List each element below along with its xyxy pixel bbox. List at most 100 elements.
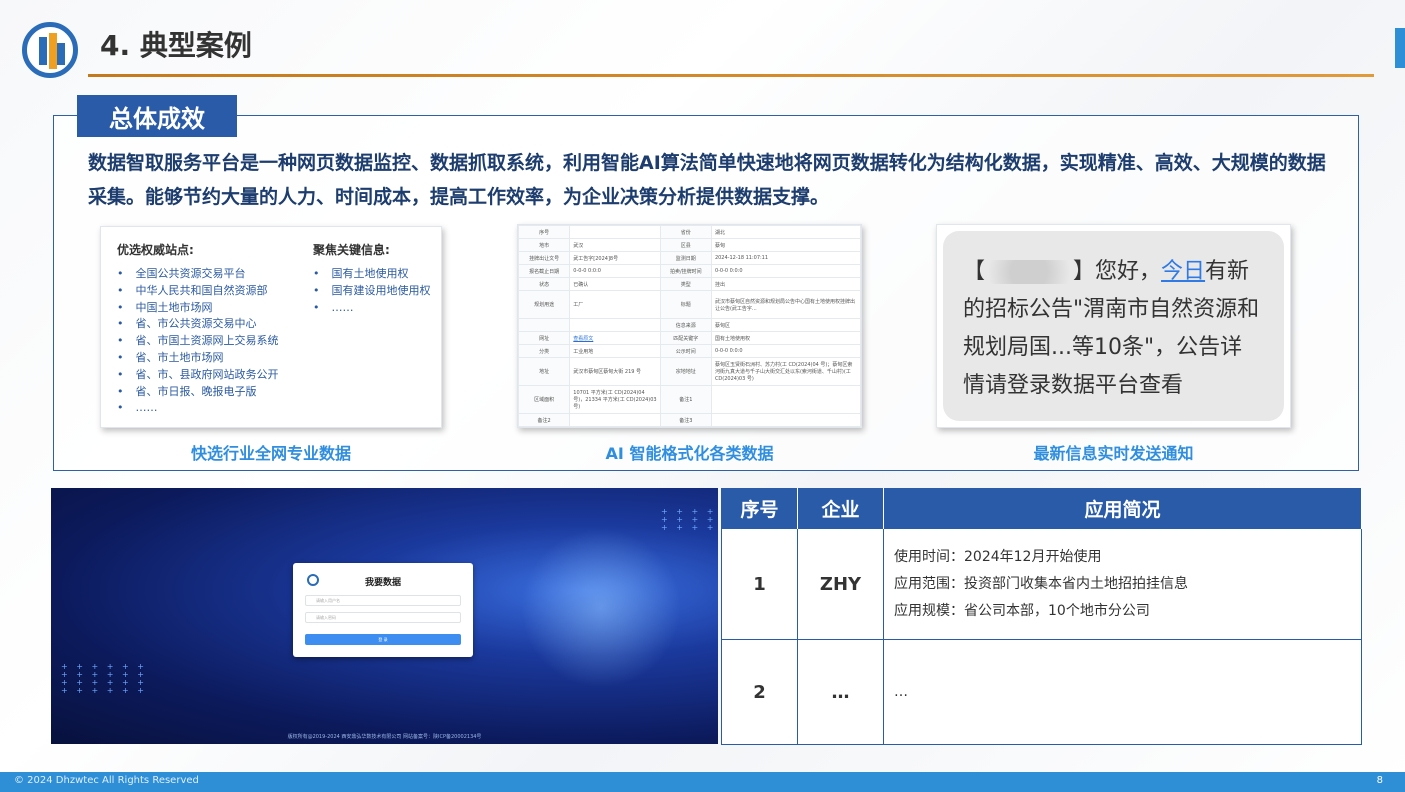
dot-grid-decoration: + + + + + + + + + + + + + + + + + + + + + +… — [61, 662, 147, 695]
list-item: 省、市土地市场网 — [117, 350, 279, 367]
field-value: 工业用地 — [569, 344, 661, 358]
sources-caption: 快选行业全网专业数据 — [190, 444, 351, 463]
field-value: 武汉 — [569, 238, 661, 252]
field-value: 挂出 — [710, 277, 861, 291]
field-value: 0-0-0 0:0:0 — [710, 344, 861, 358]
field-label: 地市 — [518, 238, 571, 252]
list-item: 省、市、县政府网站政务公开 — [117, 367, 279, 384]
sources-card: 优选权威站点: 全国公共资源交易平台中华人民共和国自然资源部中国土地市场网省、市… — [100, 226, 442, 428]
field-value: 工厂 — [569, 290, 661, 319]
field-label: 标题 — [659, 290, 712, 319]
table-row: 区域面积 10701 平方米(工 CD(2024)04 号)，21334 平方米(… — [518, 385, 861, 414]
title-divider — [88, 74, 1374, 77]
field-value: 国有土地使用权 — [710, 331, 861, 345]
field-value: 10701 平方米(工 CD(2024)04 号)，21334 平方米(工 CD… — [569, 385, 661, 414]
field-label: 备注1 — [659, 385, 712, 414]
field-label: 区域面积 — [518, 385, 571, 414]
page-title: 4. 典型案例 — [100, 29, 252, 62]
sms-bubble: 【】您好，今日有新的招标公告"渭南市自然资源和规划局国...等10条"，公告详情… — [943, 231, 1284, 421]
sms-today-link[interactable]: 今日 — [1161, 259, 1205, 284]
field-value: 湖北 — [710, 225, 861, 239]
field-label: 分类 — [518, 344, 571, 358]
summary-line: 使用时间：2024年12月开始使用 — [894, 548, 1102, 565]
summary-line: 应用范围：投资部门收集本省内土地招拍挂信息 — [894, 575, 1188, 592]
summary-tag: 总体成效 — [77, 95, 237, 137]
table-row: 2 … … — [721, 639, 1362, 745]
login-screenshot: + + + + + + + + + + + + + + + + + + + + + +… — [51, 488, 718, 744]
keywords-heading: 聚焦关键信息: — [313, 243, 390, 257]
table-row: 地址 武汉市蔡甸区蔡甸大街 219 号宗地地址 蔡甸区玉贤街石洲村、苏力村(工 CD… — [518, 357, 861, 386]
sms-bracket: 【 — [963, 259, 986, 284]
list-item: 省、市公共资源交易中心 — [117, 316, 279, 333]
login-form: 我要数据 请输入用户名 请输入密码 登 录 — [293, 563, 473, 657]
field-label: 备注2 — [518, 413, 571, 427]
field-label: 公示时间 — [659, 344, 712, 358]
field-label: 网址 — [518, 331, 571, 345]
row-no: 1 — [721, 528, 798, 640]
field-label: 报名截止日期 — [518, 264, 571, 278]
glow-decoration — [521, 528, 681, 688]
structured-data-card: 序号 省份 湖北 地市 武汉 区县 蔡甸 挂牌出让文号 武工告字[2024]8号 监测日期 2024… — [517, 224, 862, 428]
table-row: 网址 查看原文 匹配关键字 国有土地使用权 — [518, 331, 861, 345]
list-item: 中华人民共和国自然资源部 — [117, 283, 279, 300]
row-company: ZHY — [797, 528, 884, 640]
list-item: …… — [117, 400, 279, 417]
login-title: 我要数据 — [364, 578, 401, 588]
field-label: 区县 — [659, 238, 712, 252]
field-value: 蔡甸区 — [710, 318, 861, 332]
redacted-sender — [985, 260, 1074, 284]
field-label: 状态 — [518, 277, 571, 291]
row-company: … — [797, 639, 884, 745]
source-link[interactable]: 查看原文 — [573, 336, 593, 342]
footer-bar: © 2024 Dhzwtec All Rights Reserved 8 — [0, 772, 1405, 792]
field-value: 武工告字[2024]8号 — [569, 251, 661, 265]
table-row: 规划用途 工厂 标题 武汉市蔡甸区自然资源和规划局公告中心国有土地使用权挂牌出让公告(… — [518, 290, 861, 319]
username-input[interactable]: 请输入用户名 — [305, 595, 461, 606]
row-summary: … — [883, 639, 1362, 745]
table-row: 状态 已确认 类型 挂出 — [518, 277, 861, 291]
field-value: 武汉市蔡甸区蔡甸大街 219 号 — [569, 357, 661, 386]
format-caption: AI 智能格式化各类数据 — [605, 444, 774, 463]
field-label: 匹配关键字 — [659, 331, 712, 345]
field-value: 0-0-0 0:0:0 — [569, 264, 661, 278]
table-row: 报名截止日期 0-0-0 0:0:0 拍卖/挂牌时间 0-0-0 0:0:0 — [518, 264, 861, 278]
table-row: 信息来源 蔡甸区 — [518, 318, 861, 332]
table-row: 1 ZHY 使用时间：2024年12月开始使用 应用范围：投资部门收集本省内土地… — [721, 528, 1362, 640]
structured-data-table: 序号 省份 湖北 地市 武汉 区县 蔡甸 挂牌出让文号 武工告字[2024]8号 监测日期 2024… — [518, 225, 861, 427]
password-input[interactable]: 请输入密码 — [305, 612, 461, 623]
field-label: 拍卖/挂牌时间 — [659, 264, 712, 278]
side-accent — [1395, 28, 1405, 68]
field-label: 宗地地址 — [659, 357, 712, 386]
login-footer: 版权所有@2019-2024 西安鼎弘华数技术有限公司 网站备案号：陕ICP备2… — [287, 734, 482, 740]
application-table: 序号 企业 应用简况 1 ZHY 使用时间：2024年12月开始使用 应用范围：… — [721, 488, 1362, 745]
header-no: 序号 — [721, 488, 798, 529]
field-label: 序号 — [518, 225, 571, 239]
header-summary: 应用简况 — [883, 488, 1362, 529]
field-value — [710, 413, 861, 427]
table-row: 地市 武汉 区县 蔡甸 — [518, 238, 861, 252]
table-row: 挂牌出让文号 武工告字[2024]8号 监测日期 2024-12-18 11:07:1… — [518, 251, 861, 265]
field-value: 蔡甸 — [710, 238, 861, 252]
sources-column: 优选权威站点: 全国公共资源交易平台中华人民共和国自然资源部中国土地市场网省、市… — [117, 241, 279, 417]
list-item: 国有建设用地使用权 — [313, 283, 431, 300]
notification-card: 【】您好，今日有新的招标公告"渭南市自然资源和规划局国...等10条"，公告详情… — [936, 224, 1291, 428]
field-label: 省份 — [659, 225, 712, 239]
table-header-row: 序号 企业 应用简况 — [721, 488, 1362, 529]
field-label: 信息来源 — [659, 318, 712, 332]
table-row: 序号 省份 湖北 — [518, 225, 861, 239]
field-value — [569, 318, 661, 332]
field-label: 地址 — [518, 357, 571, 386]
page-number: 8 — [1376, 775, 1383, 786]
sources-list: 全国公共资源交易平台中华人民共和国自然资源部中国土地市场网省、市公共资源交易中心… — [117, 266, 279, 417]
list-item: …… — [313, 300, 431, 317]
field-value — [569, 413, 661, 427]
sources-heading: 优选权威站点: — [117, 243, 194, 257]
notify-caption: 最新信息实时发送通知 — [1033, 444, 1194, 463]
field-label: 类型 — [659, 277, 712, 291]
keywords-list: 国有土地使用权国有建设用地使用权…… — [313, 266, 431, 316]
login-button[interactable]: 登 录 — [305, 634, 461, 645]
list-item: 省、市国土资源网上交易系统 — [117, 333, 279, 350]
dot-grid-decoration: + + + + + + + + + + + + — [661, 507, 717, 532]
field-value — [569, 225, 661, 239]
table-row: 分类 工业用地 公示时间 0-0-0 0:0:0 — [518, 344, 861, 358]
